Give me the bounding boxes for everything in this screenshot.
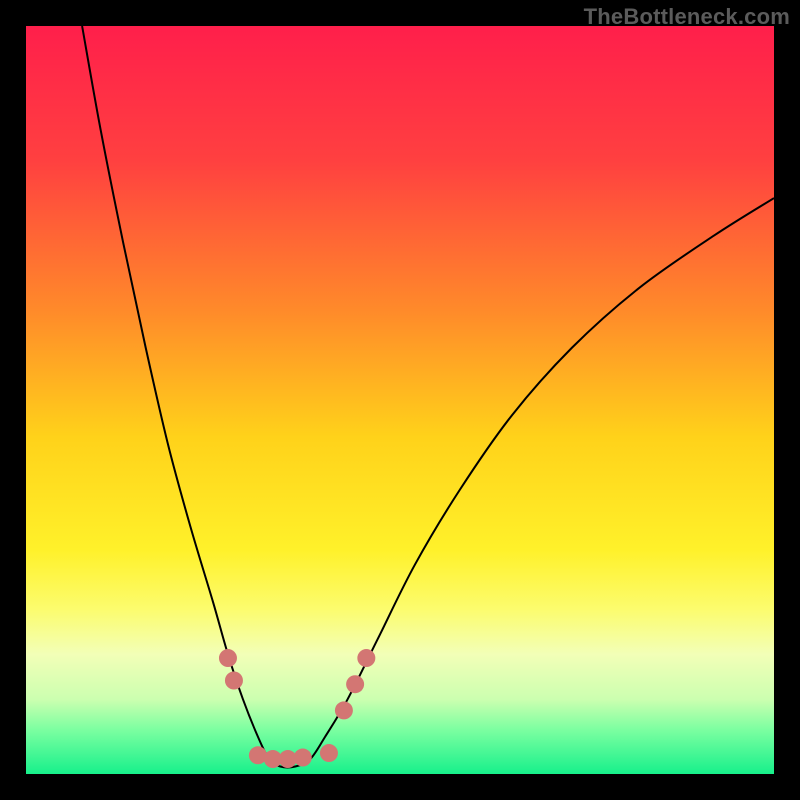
- plot-svg: [26, 26, 774, 774]
- marker-dot: [320, 744, 338, 762]
- marker-dot: [219, 649, 237, 667]
- marker-dot: [294, 749, 312, 767]
- marker-dot: [346, 675, 364, 693]
- marker-dot: [357, 649, 375, 667]
- gradient-background: [26, 26, 774, 774]
- chart-frame: TheBottleneck.com: [0, 0, 800, 800]
- marker-dot: [249, 746, 267, 764]
- marker-dot: [225, 672, 243, 690]
- marker-dot: [335, 701, 353, 719]
- watermark-text: TheBottleneck.com: [584, 4, 790, 30]
- plot-area: [26, 26, 774, 774]
